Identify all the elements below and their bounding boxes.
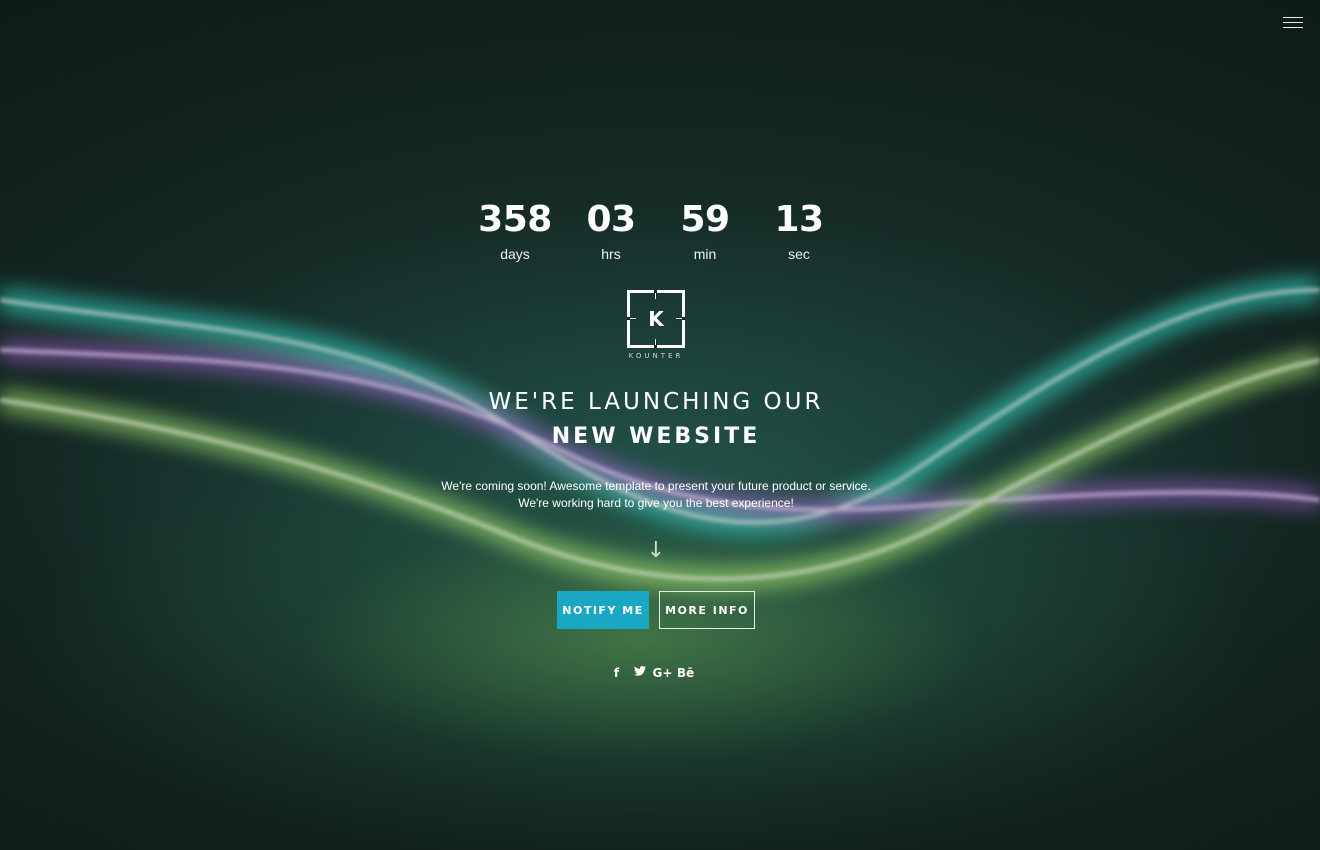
intro-text: We're coming soon! Awesome template to p… bbox=[0, 478, 1312, 512]
countdown-seconds: 13 sec bbox=[751, 198, 847, 262]
intro-line-1: We're coming soon! Awesome template to p… bbox=[441, 479, 871, 493]
intro-line-2: We're working hard to give you the best … bbox=[518, 496, 794, 510]
countdown-days: 358 days bbox=[467, 198, 563, 262]
hours-label: hrs bbox=[601, 246, 621, 262]
headline-line-2: NEW WEBSITE bbox=[551, 424, 761, 449]
more-info-button[interactable]: MORE INFO bbox=[659, 591, 755, 629]
countdown-hours: 03 hrs bbox=[563, 198, 659, 262]
seconds-value: 13 bbox=[774, 199, 824, 240]
hamburger-menu-icon[interactable] bbox=[1283, 15, 1305, 31]
behance-icon[interactable]: Bē bbox=[674, 664, 697, 682]
countdown-minutes: 59 min bbox=[659, 198, 751, 262]
twitter-icon[interactable] bbox=[628, 664, 651, 682]
days-label: days bbox=[500, 246, 530, 262]
hours-value: 03 bbox=[586, 199, 636, 240]
minutes-label: min bbox=[693, 246, 717, 262]
google-plus-icon[interactable]: G+ bbox=[651, 664, 674, 682]
kounter-logo: K bbox=[627, 290, 685, 348]
minutes-value: 59 bbox=[680, 199, 730, 240]
coming-soon-page: 358 days 03 hrs 59 min 13 sec K KOUNTER bbox=[0, 0, 1320, 850]
headline-line-1: WE'RE LAUNCHING OUR bbox=[488, 389, 824, 415]
page-headline: WE'RE LAUNCHING OUR NEW WEBSITE bbox=[0, 388, 1312, 451]
logo-wordmark: KOUNTER bbox=[628, 352, 684, 360]
notify-me-button[interactable]: NOTIFY ME bbox=[557, 591, 649, 629]
days-value: 358 bbox=[478, 199, 552, 240]
countdown-timer: 358 days 03 hrs 59 min 13 sec bbox=[467, 198, 847, 262]
logo-letter: K bbox=[648, 307, 664, 331]
facebook-icon[interactable]: f bbox=[605, 664, 628, 682]
social-links: f G+ Bē bbox=[605, 664, 697, 682]
seconds-label: sec bbox=[788, 246, 810, 262]
scroll-down-arrow-icon[interactable]: ↓ bbox=[646, 538, 666, 564]
